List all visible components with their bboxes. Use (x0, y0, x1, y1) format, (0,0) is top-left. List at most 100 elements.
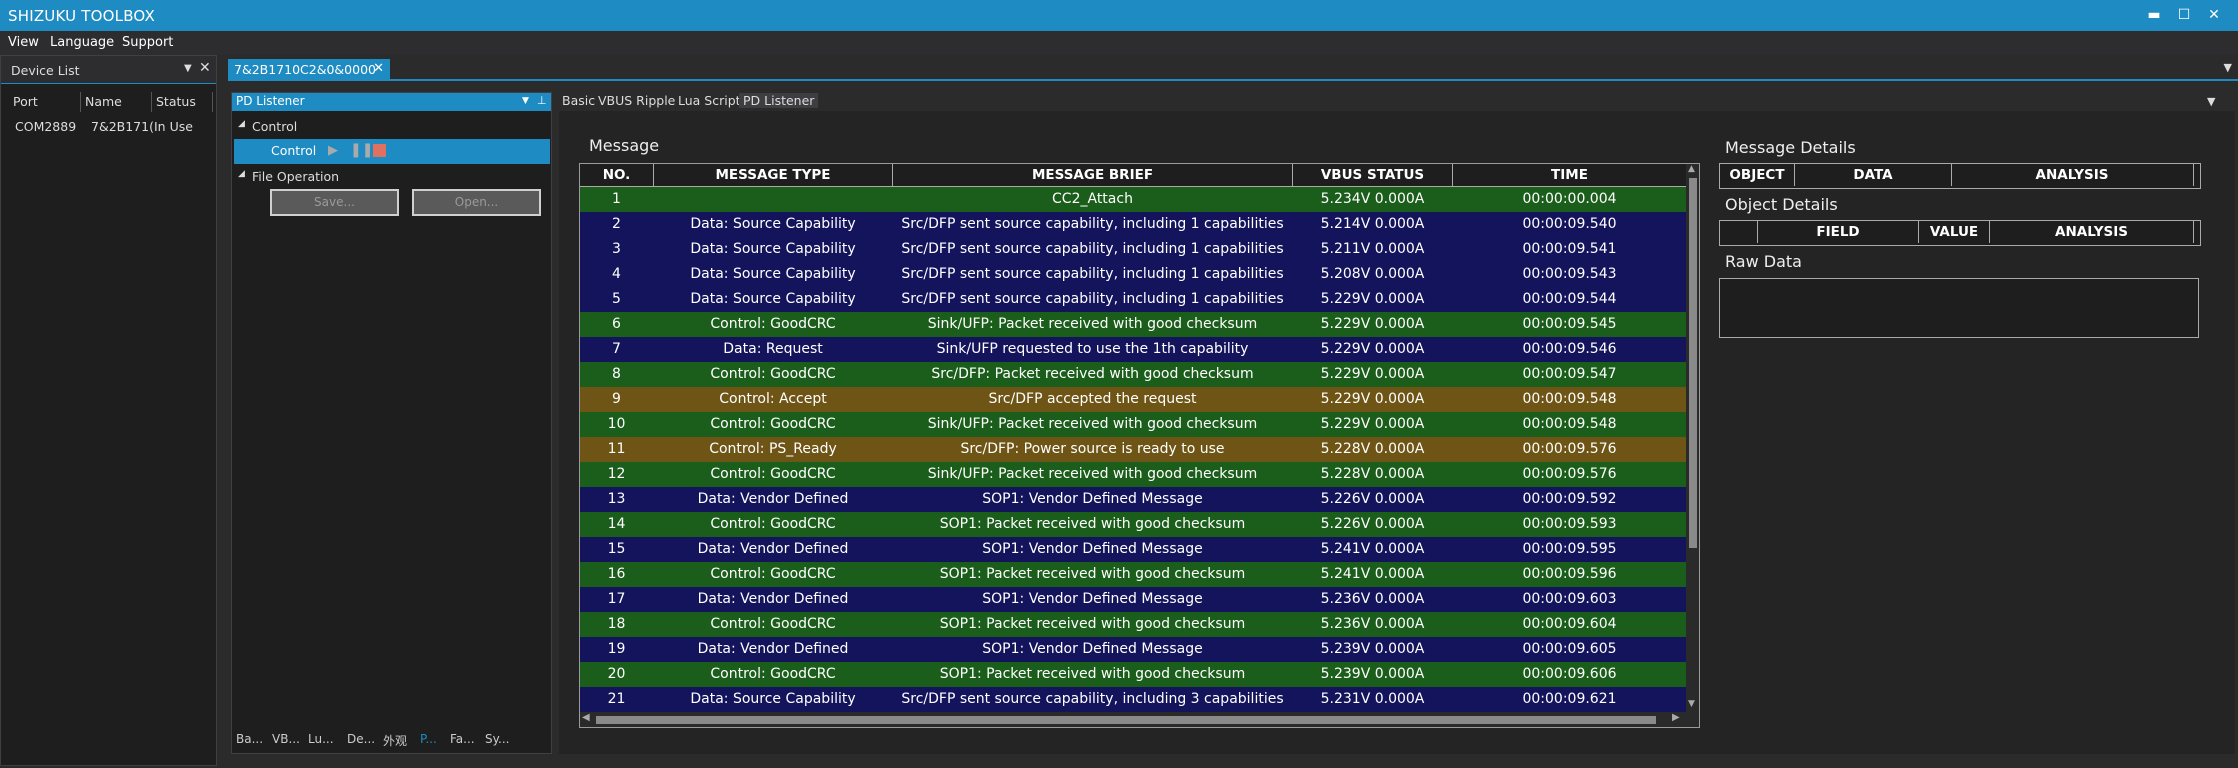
tab-device[interactable]: 7&2B1710C2&0&0000 ✕ (228, 59, 390, 81)
pd-listener-header: PD Listener ▼ ⊥ (232, 93, 551, 111)
cell-message-type: Control: GoodCRC (710, 466, 836, 482)
cell-message-type: Data: Source Capability (690, 291, 856, 307)
bottom-tab-fa[interactable]: Fa... (450, 732, 475, 746)
message-details-table[interactable]: OBJECT DATA ANALYSIS (1719, 163, 2201, 189)
column-name[interactable]: Name (85, 94, 122, 109)
message-table[interactable]: NO. MESSAGE TYPE MESSAGE BRIEF VBUS STAT… (579, 163, 1700, 728)
header-message-type[interactable]: MESSAGE TYPE (654, 164, 892, 186)
tree-control[interactable]: Control (252, 119, 297, 134)
table-row[interactable]: 12 Control: GoodCRC Sink/UFP: Packet recei… (580, 462, 1686, 487)
table-row[interactable]: 10 Control: GoodCRC Sink/UFP: Packet recei… (580, 412, 1686, 437)
expand-icon[interactable]: ◢ (238, 119, 245, 129)
save-button[interactable]: Save... (270, 189, 399, 216)
cell-message-type: Control: Accept (719, 391, 827, 407)
table-row[interactable]: 9 Control: Accept Src/DFP accepted the req… (580, 387, 1686, 412)
table-row[interactable]: 13 Data: Vendor Defined SOP1: Vendor Defin… (580, 487, 1686, 512)
maximize-button[interactable]: ☐ (2170, 4, 2198, 26)
header-analysis[interactable]: ANALYSIS (1990, 221, 2193, 243)
close-tab-icon[interactable]: ✕ (373, 61, 384, 76)
table-row[interactable]: 5 Data: Source Capability Src/DFP sent sou… (580, 287, 1686, 312)
vertical-scrollbar[interactable]: ▲ ▼ (1686, 164, 1699, 727)
tab-menu-icon[interactable]: ▼ (2224, 61, 2232, 74)
tree-file-operation[interactable]: File Operation (252, 169, 339, 184)
header-field[interactable]: FIELD (1758, 221, 1918, 243)
cell-message-brief: CC2_Attach (1052, 191, 1133, 207)
tab-lua-script[interactable]: Lua Script (678, 93, 741, 108)
vertical-scroll-thumb[interactable] (1689, 178, 1697, 548)
cell-message-type: Data: Request (723, 341, 823, 357)
column-port[interactable]: Port (13, 94, 38, 109)
cell-vbus-status: 5.229V 0.000A (1320, 291, 1425, 307)
scroll-down-icon[interactable]: ▼ (1688, 699, 1695, 709)
table-row[interactable]: 19 Data: Vendor Defined SOP1: Vendor Defin… (580, 637, 1686, 662)
dropdown-icon[interactable]: ▼ (522, 96, 529, 106)
pin-icon[interactable]: ⊥ (537, 94, 547, 107)
open-button[interactable]: Open... (412, 189, 541, 216)
cell-time: 00:00:09.540 (1522, 216, 1617, 232)
play-icon[interactable]: ▶ (328, 143, 338, 158)
header-message-brief[interactable]: MESSAGE BRIEF (893, 164, 1292, 186)
bottom-tab-lua[interactable]: Lu... (308, 732, 334, 746)
column-divider (151, 92, 152, 112)
table-row[interactable]: 17 Data: Vendor Defined SOP1: Vendor Defin… (580, 587, 1686, 612)
scroll-left-icon[interactable]: ◀ (582, 712, 590, 723)
table-row[interactable]: 20 Control: GoodCRC SOP1: Packet received … (580, 662, 1686, 687)
header-no[interactable]: NO. (580, 164, 653, 186)
stop-icon[interactable] (373, 144, 386, 157)
raw-data-title: Raw Data (1725, 252, 1802, 271)
table-row[interactable]: 21 Data: Source Capability Src/DFP sent so… (580, 687, 1686, 712)
menu-language[interactable]: Language (50, 35, 114, 50)
column-status[interactable]: Status (156, 94, 196, 109)
table-row[interactable]: 14 Control: GoodCRC SOP1: Packet received … (580, 512, 1686, 537)
table-row[interactable]: 16 Control: GoodCRC SOP1: Packet received … (580, 562, 1686, 587)
object-details-table[interactable]: FIELD VALUE ANALYSIS (1719, 220, 2201, 246)
header-data[interactable]: DATA (1795, 164, 1951, 186)
header-vbus-status[interactable]: VBUS STATUS (1293, 164, 1452, 186)
menu-view[interactable]: View (8, 35, 39, 50)
table-row[interactable]: 18 Control: GoodCRC SOP1: Packet received … (580, 612, 1686, 637)
tab-basic[interactable]: Basic (562, 93, 595, 108)
cell-message-type: Control: GoodCRC (710, 366, 836, 382)
bottom-tab-de[interactable]: De... (347, 732, 375, 746)
table-row[interactable]: 3 Data: Source Capability Src/DFP sent sou… (580, 237, 1686, 262)
menu-support[interactable]: Support (122, 35, 173, 50)
horizontal-scroll-thumb[interactable] (596, 716, 1656, 724)
tab-vbus-ripple[interactable]: VBUS Ripple (598, 93, 675, 108)
table-row[interactable]: 15 Data: Vendor Defined SOP1: Vendor Defin… (580, 537, 1686, 562)
header-analysis[interactable]: ANALYSIS (1952, 164, 2192, 186)
header-object[interactable]: OBJECT (1720, 164, 1794, 186)
cell-no: 6 (612, 316, 621, 332)
tree-control-row[interactable]: Control ▶ ❚❚ (234, 139, 550, 164)
table-row[interactable]: 8 Control: GoodCRC Src/DFP: Packet receive… (580, 362, 1686, 387)
bottom-tab-sy[interactable]: Sy... (485, 732, 509, 746)
dropdown-icon[interactable]: ▼ (184, 63, 192, 74)
message-details-title: Message Details (1725, 138, 1856, 157)
table-row[interactable]: 6 Control: GoodCRC Sink/UFP: Packet receiv… (580, 312, 1686, 337)
bottom-tab-appearance[interactable]: 外观 (383, 732, 407, 749)
close-icon[interactable]: ✕ (199, 60, 211, 76)
table-row[interactable]: 2 Data: Source Capability Src/DFP sent sou… (580, 212, 1686, 237)
table-row[interactable]: 7 Data: Request Sink/UFP requested to use … (580, 337, 1686, 362)
header-value[interactable]: VALUE (1919, 221, 1989, 243)
scroll-right-icon[interactable]: ▶ (1672, 712, 1680, 723)
raw-data-box[interactable] (1719, 278, 2199, 338)
tab-pd-listener[interactable]: PD Listener (739, 93, 819, 108)
bottom-tab-pd[interactable]: P... (420, 732, 437, 746)
table-row[interactable]: 11 Control: PS_Ready Src/DFP: Power source… (580, 437, 1686, 462)
cell-message-brief: Sink/UFP requested to use the 1th capabi… (936, 341, 1249, 357)
bottom-tab-basic[interactable]: Ba... (236, 732, 263, 746)
close-button[interactable]: ✕ (2200, 4, 2228, 26)
expand-icon[interactable]: ◢ (238, 169, 245, 179)
minimize-button[interactable]: ▬ (2140, 4, 2168, 26)
pause-icon[interactable]: ❚❚ (350, 142, 373, 158)
header-time[interactable]: TIME (1453, 164, 1686, 186)
cell-time: 00:00:09.545 (1522, 316, 1617, 332)
bottom-tab-vbus[interactable]: VB... (272, 732, 300, 746)
tab-menu-icon[interactable]: ▼ (2207, 95, 2215, 108)
scroll-up-icon[interactable]: ▲ (1688, 164, 1695, 174)
table-row[interactable]: 1 CC2_Attach 5.234V 0.000A 00:00:00.004 (580, 187, 1686, 212)
horizontal-scrollbar[interactable]: ◀ ▶ (580, 712, 1686, 727)
cell-message-type: Control: PS_Ready (709, 441, 837, 457)
column-divider (80, 92, 81, 112)
table-row[interactable]: 4 Data: Source Capability Src/DFP sent sou… (580, 262, 1686, 287)
